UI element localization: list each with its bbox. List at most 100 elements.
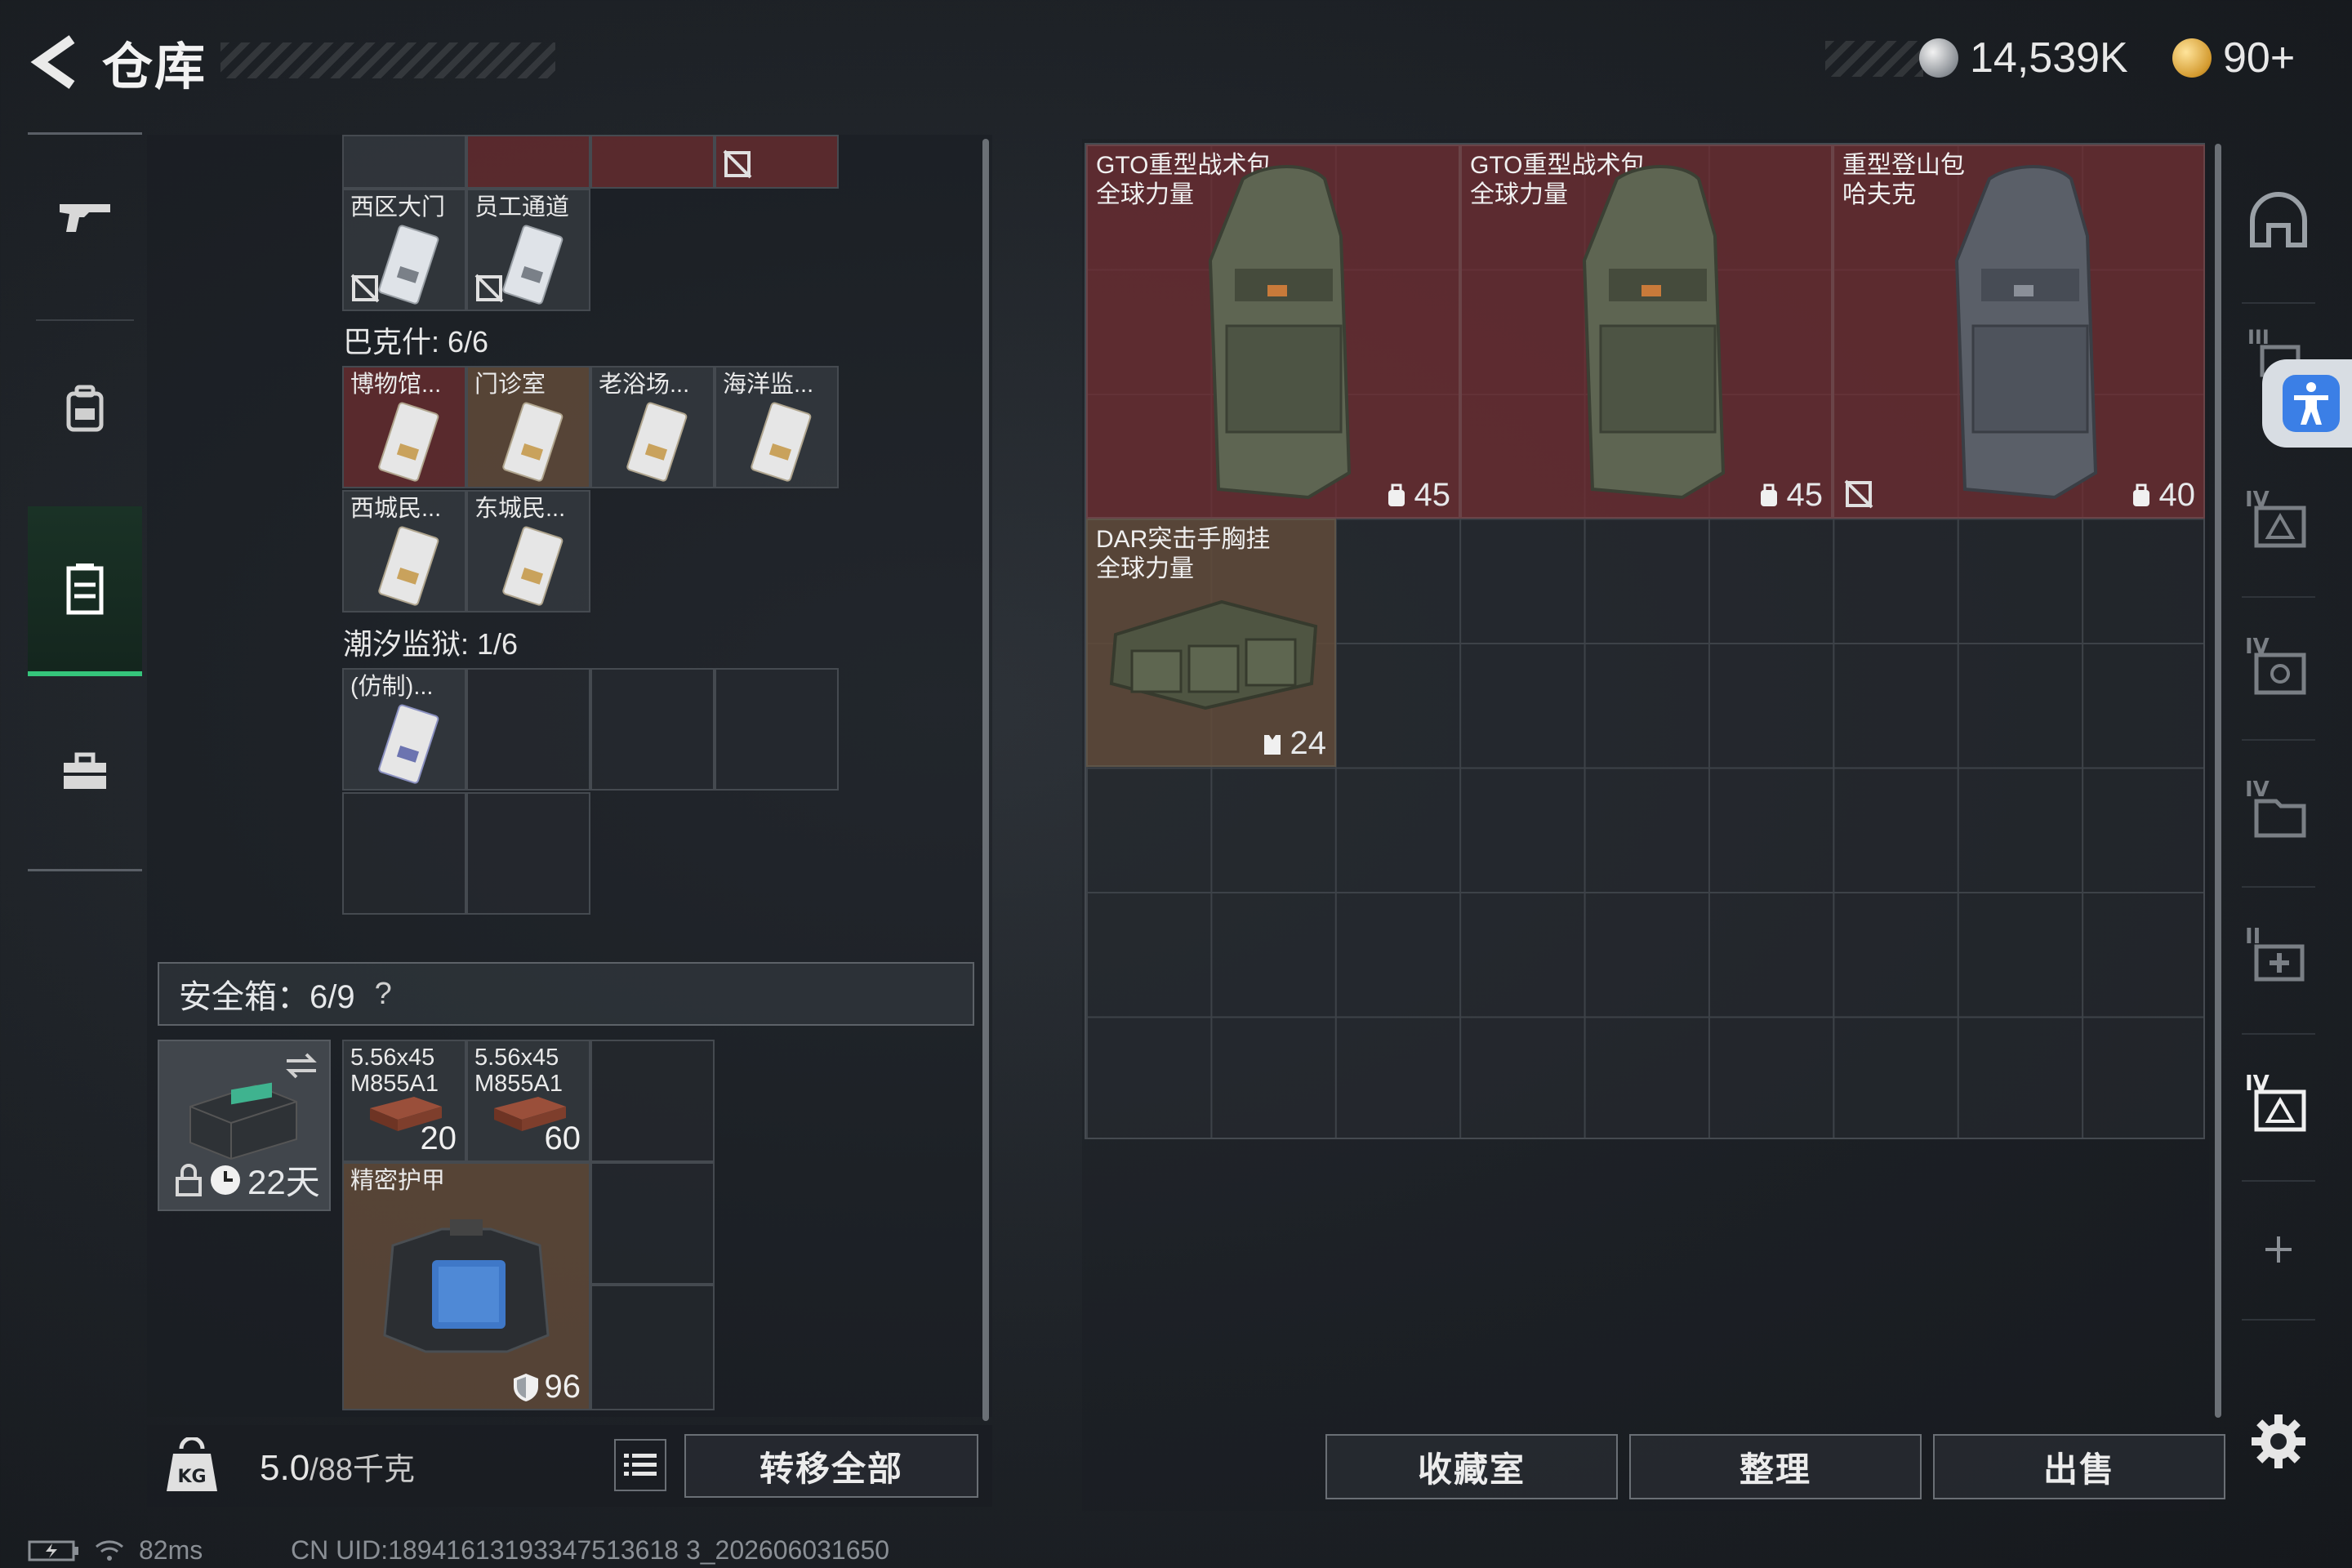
backpack-item[interactable]: 重型登山包 哈夫克 40 bbox=[1833, 145, 2205, 519]
nav-weapon[interactable] bbox=[28, 135, 142, 298]
keycard-item[interactable]: 海洋监... bbox=[715, 366, 839, 488]
backpack-image-icon bbox=[1208, 165, 1352, 500]
storage-slot-empty[interactable] bbox=[342, 792, 466, 915]
clock-icon bbox=[211, 1165, 240, 1195]
currency-gold-value: 90+ bbox=[2223, 34, 2296, 82]
keycard-icon bbox=[502, 526, 564, 606]
safebox-time-left: 22天 bbox=[247, 1163, 320, 1201]
currency-silver[interactable]: 14,539K bbox=[1919, 29, 2128, 87]
gun-icon bbox=[60, 204, 110, 232]
keycard-item[interactable]: 东城民... bbox=[466, 490, 590, 612]
accessibility-icon-bg bbox=[2283, 375, 2340, 432]
no-trade-icon bbox=[723, 149, 752, 179]
vest-small-icon bbox=[1263, 734, 1281, 755]
keycard-icon bbox=[626, 402, 688, 482]
shield-icon bbox=[513, 1373, 538, 1401]
settings-button[interactable] bbox=[2238, 1376, 2319, 1507]
uid-text: CN UID:18941613193347513618 3_2026060316… bbox=[291, 1535, 890, 1565]
ammo-count: 60 bbox=[544, 1120, 581, 1156]
rail-item-chest-rig[interactable]: IV bbox=[2238, 453, 2319, 584]
safebox-slot-empty[interactable] bbox=[590, 1040, 715, 1162]
status-bar: 82ms bbox=[28, 1535, 203, 1566]
rail-item-safebox[interactable]: IV bbox=[2238, 1037, 2319, 1168]
storage-slot[interactable] bbox=[466, 135, 590, 189]
keycard-item[interactable]: 员工通道 bbox=[466, 189, 590, 311]
battery-icon bbox=[28, 1540, 78, 1561]
helmet-icon bbox=[2250, 192, 2307, 247]
keycard-item[interactable]: 老浴场... bbox=[590, 366, 715, 488]
left-nav bbox=[28, 132, 142, 871]
nav-backpack[interactable] bbox=[28, 327, 142, 490]
item-brand: 哈夫克 bbox=[1842, 181, 1916, 208]
storage-slot-empty[interactable] bbox=[466, 792, 590, 915]
storage-slot-empty[interactable] bbox=[466, 668, 590, 791]
rail-separator bbox=[2242, 1319, 2315, 1321]
chest-rig-image-icon bbox=[1109, 599, 1318, 710]
armor-item[interactable]: 精密护甲 96 bbox=[342, 1162, 590, 1410]
ammo-item[interactable]: 5.56x45 M855A1 60 bbox=[466, 1040, 590, 1162]
group-title-bakshi: 巴克什: 6/6 bbox=[343, 325, 489, 359]
rail-separator bbox=[2242, 1180, 2315, 1182]
nav-toolbox[interactable] bbox=[28, 690, 142, 853]
storage-slot-empty[interactable] bbox=[590, 668, 715, 791]
ammo-caliber: 5.56x45 bbox=[474, 1045, 559, 1071]
keycard-item[interactable]: 西区大门 bbox=[342, 189, 466, 311]
storage-scrollbar[interactable] bbox=[982, 139, 989, 1421]
keycard-item[interactable]: (仿制)... bbox=[342, 668, 466, 791]
storage-slot[interactable] bbox=[715, 135, 839, 189]
keycard-item[interactable]: 博物馆... bbox=[342, 366, 466, 488]
backpack-item[interactable]: GTO重型战术包 全球力量 45 bbox=[1460, 145, 1833, 519]
item-capacity: 40 bbox=[2130, 477, 2195, 514]
help-icon[interactable]: ? bbox=[375, 977, 392, 1012]
rail-item-document[interactable]: IV bbox=[2238, 743, 2319, 874]
transfer-all-button[interactable]: 转移全部 bbox=[684, 1434, 978, 1498]
accessibility-button[interactable] bbox=[2262, 359, 2352, 448]
organize-button[interactable]: 整理 bbox=[1629, 1434, 1922, 1499]
weight-value: 5.0 bbox=[260, 1448, 310, 1488]
safebox-slot-icon: IV bbox=[2245, 1071, 2306, 1132]
item-count: 45 bbox=[1786, 477, 1824, 513]
rail-item-medkit[interactable]: II bbox=[2238, 890, 2319, 1021]
list-view-button[interactable] bbox=[614, 1439, 666, 1491]
safebox-case[interactable]: 22天 bbox=[158, 1040, 331, 1211]
currency-gold[interactable]: 90+ bbox=[2172, 29, 2295, 87]
safebox-slot-empty[interactable] bbox=[590, 1162, 715, 1285]
back-arrow-icon bbox=[30, 35, 75, 89]
item-scrollbar[interactable] bbox=[2215, 144, 2221, 1418]
rail-add-button[interactable] bbox=[2238, 1184, 2319, 1315]
keycard-item[interactable]: 门诊室 bbox=[466, 366, 590, 488]
weight-icon-box: KG bbox=[155, 1436, 229, 1499]
swap-icon[interactable] bbox=[283, 1049, 319, 1082]
storage-slot[interactable] bbox=[342, 135, 466, 189]
wifi-icon bbox=[96, 1539, 123, 1561]
gear-icon bbox=[2252, 1414, 2305, 1468]
safebox-slot-empty[interactable] bbox=[590, 1285, 715, 1410]
rail-separator bbox=[2242, 596, 2315, 598]
title-block: 仓库 bbox=[102, 23, 207, 101]
safebox-title: 安全箱：6/9 bbox=[179, 979, 355, 1015]
plus-icon bbox=[2265, 1236, 2292, 1263]
sell-button[interactable]: 出售 bbox=[1933, 1434, 2225, 1499]
nav-storage[interactable] bbox=[28, 506, 142, 676]
chest-rig-item[interactable]: DAR突击手胸挂 全球力量 24 bbox=[1086, 519, 1336, 767]
rail-item-safe[interactable]: IV bbox=[2238, 600, 2319, 731]
item-brand: 全球力量 bbox=[1096, 555, 1194, 582]
collection-room-button[interactable]: 收藏室 bbox=[1325, 1434, 1618, 1499]
backpack-item[interactable]: GTO重型战术包 全球力量 45 bbox=[1086, 145, 1460, 519]
storage-slot-empty[interactable] bbox=[715, 668, 839, 791]
safebox-case-icon bbox=[189, 1082, 297, 1160]
ammo-item[interactable]: 5.56x45 M855A1 20 bbox=[342, 1040, 466, 1162]
safebox-header: 安全箱：6/9 ? bbox=[158, 962, 974, 1026]
keycard-icon bbox=[378, 526, 439, 606]
rail-item-helmet[interactable] bbox=[2238, 155, 2319, 286]
briefcase-icon bbox=[64, 752, 106, 789]
item-label: 东城民... bbox=[474, 496, 566, 522]
list-icon bbox=[624, 1454, 657, 1476]
nav-separator bbox=[36, 319, 134, 321]
gold-coin-icon bbox=[2172, 38, 2212, 78]
backpack-icon bbox=[66, 385, 104, 432]
keycard-item[interactable]: 西城民... bbox=[342, 490, 466, 612]
back-button[interactable] bbox=[24, 29, 90, 95]
svg-text:KG: KG bbox=[177, 1467, 206, 1487]
storage-slot[interactable] bbox=[590, 135, 715, 189]
